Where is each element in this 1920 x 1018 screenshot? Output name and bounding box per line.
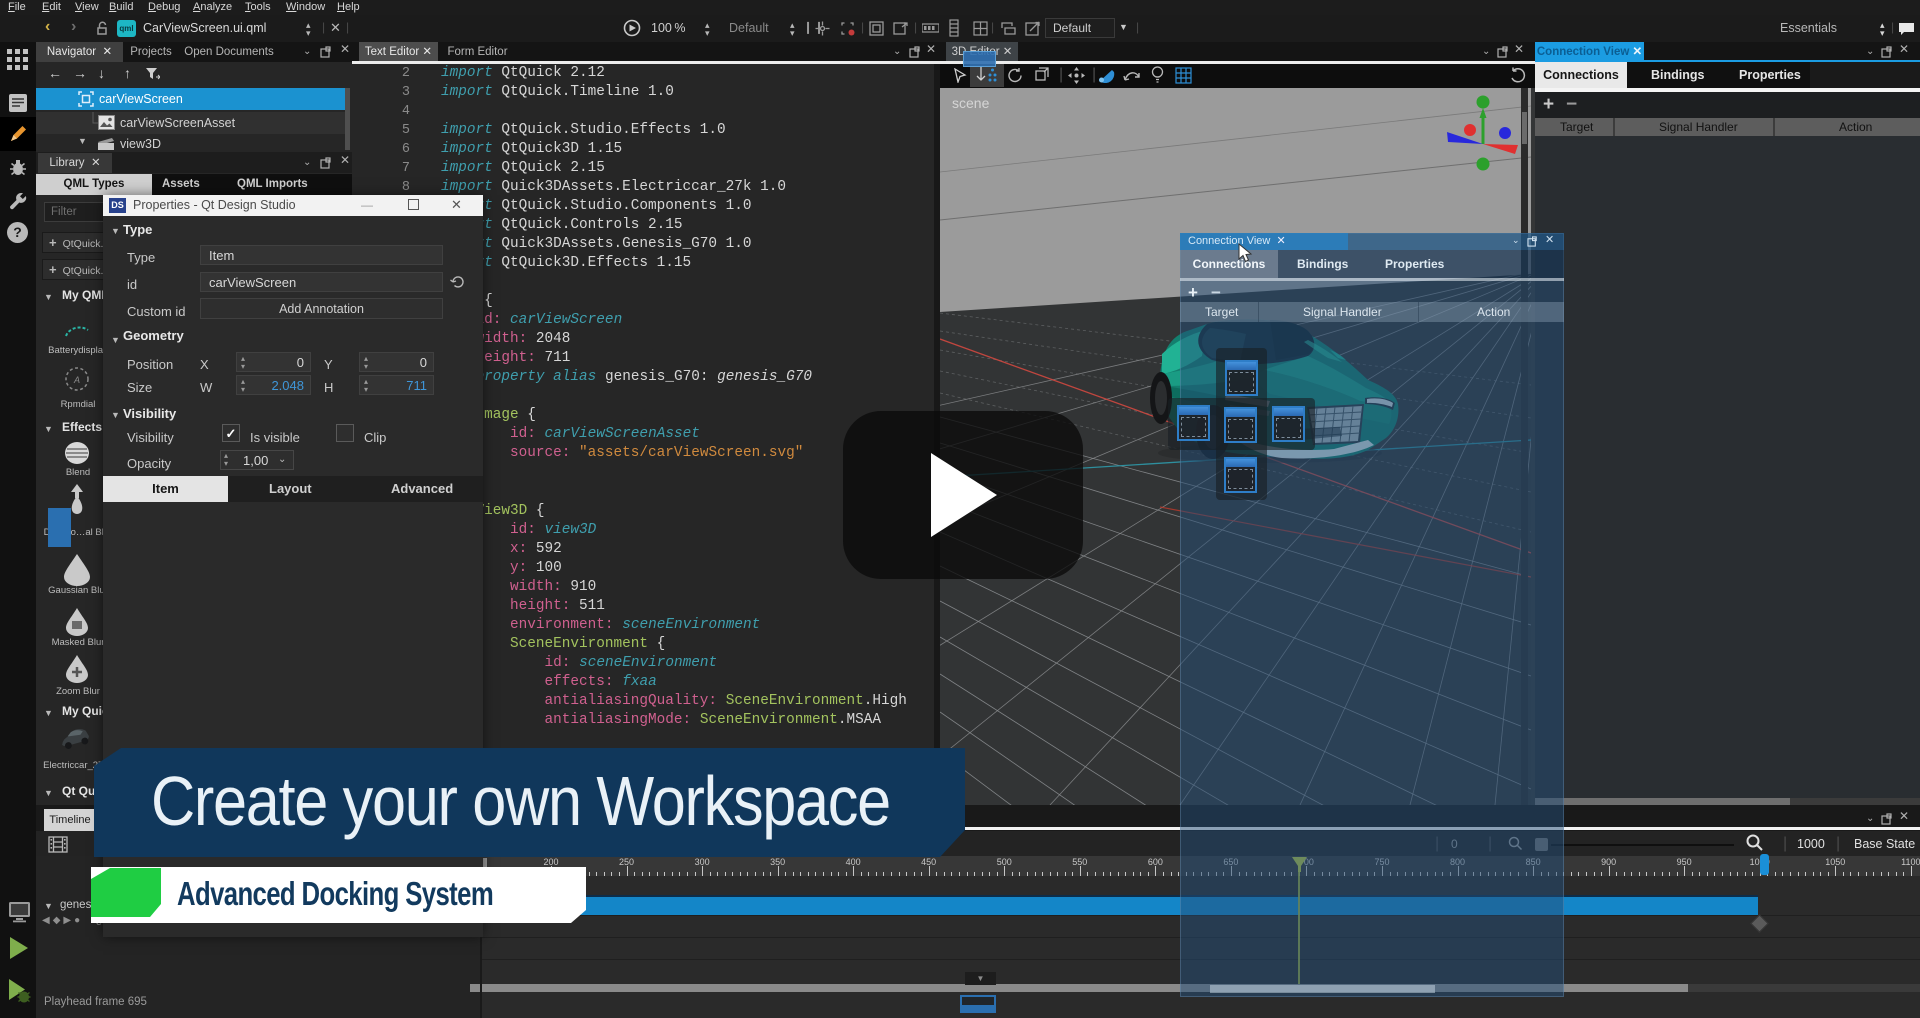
svg-text:scene: scene	[952, 95, 990, 111]
svg-text:A: A	[73, 375, 80, 385]
